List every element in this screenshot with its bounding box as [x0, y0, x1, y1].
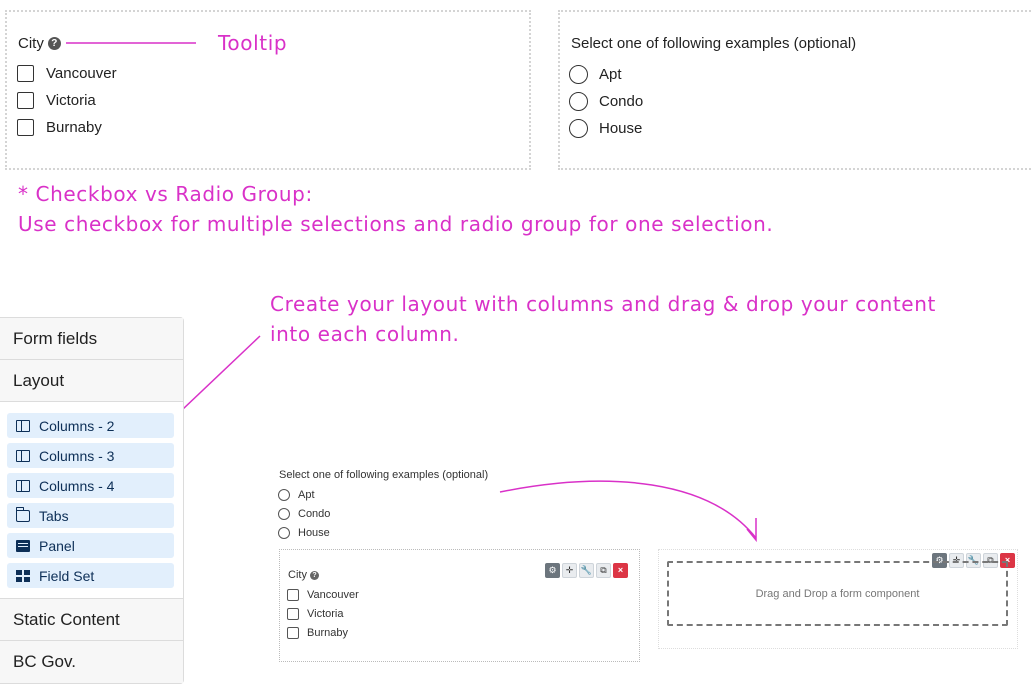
radio-icon[interactable] — [569, 119, 588, 138]
gear-icon[interactable]: ⚙ — [545, 563, 560, 578]
builder-checkbox-vancouver[interactable]: Vancouver — [287, 589, 359, 601]
sidebar-item-label: Field Set — [39, 567, 95, 584]
radio-group-example — [558, 10, 1032, 170]
radio-label: Apt — [599, 66, 622, 83]
builder-checkbox-burnaby[interactable]: Burnaby — [287, 627, 348, 639]
move-icon[interactable]: ✛ — [562, 563, 577, 578]
remove-icon[interactable]: × — [613, 563, 628, 578]
component-toolbar: ⚙ ✛ 🔧 ⧉ × — [545, 563, 628, 578]
sidebar-item-label: Columns - 3 — [39, 447, 115, 464]
layout-annotation-line1: Create your layout with columns and drag… — [270, 292, 936, 316]
checkbox-label: Burnaby — [46, 119, 102, 136]
radio-icon[interactable] — [278, 527, 290, 539]
radio-label: Condo — [298, 508, 331, 520]
checkbox-icon[interactable] — [17, 119, 34, 136]
builder-radio-condo[interactable]: Condo — [278, 508, 330, 520]
radio-house[interactable]: House — [569, 119, 642, 138]
builder-checkbox-victoria[interactable]: Victoria — [287, 608, 343, 620]
radio-condo[interactable]: Condo — [569, 92, 643, 111]
radio-label: House — [599, 120, 643, 137]
checkbox-vs-radio-description: Use checkbox for multiple selections and… — [18, 212, 774, 236]
sidebar-group-layout[interactable]: Layout — [0, 360, 183, 402]
radio-group-label: Select one of following examples (option… — [571, 35, 857, 52]
columns-icon — [16, 449, 30, 462]
sidebar-item-label: Panel — [39, 537, 75, 554]
drop-zone[interactable]: Drag and Drop a form component — [667, 561, 1008, 626]
city-label: City ? — [18, 35, 61, 52]
sidebar-item-columns-4[interactable]: Columns - 4 — [7, 473, 174, 498]
checkbox-icon[interactable] — [287, 589, 299, 601]
checkbox-label: Victoria — [46, 92, 96, 109]
builder-city-label-text: City — [288, 569, 307, 581]
drag-arrow-head — [746, 518, 757, 543]
th-large-icon — [16, 569, 30, 582]
sidebar-item-panel[interactable]: Panel — [7, 533, 174, 558]
radio-apt[interactable]: Apt — [569, 65, 622, 84]
checkbox-burnaby[interactable]: Burnaby — [17, 119, 102, 136]
builder-radio-house[interactable]: House — [278, 527, 330, 539]
checkbox-vancouver[interactable]: Vancouver — [17, 65, 117, 82]
city-label-text: City — [18, 35, 44, 52]
radio-icon[interactable] — [278, 489, 290, 501]
checkbox-icon[interactable] — [287, 608, 299, 620]
builder-radio-apt[interactable]: Apt — [278, 489, 315, 501]
radio-icon[interactable] — [278, 508, 290, 520]
sidebar-item-label: Columns - 2 — [39, 417, 115, 434]
checkbox-icon[interactable] — [287, 627, 299, 639]
checkbox-icon[interactable] — [17, 92, 34, 109]
builder-radio-label: Select one of following examples (option… — [279, 469, 489, 481]
sidebar-item-label: Columns - 4 — [39, 477, 115, 494]
checkbox-victoria[interactable]: Victoria — [17, 92, 96, 109]
sidebar-item-field-set[interactable]: Field Set — [7, 563, 174, 588]
sidebar-item-tabs[interactable]: Tabs — [7, 503, 174, 528]
columns-icon — [16, 419, 30, 432]
folder-icon — [15, 506, 30, 522]
checkbox-label: Burnaby — [307, 627, 348, 639]
drag-arrow — [499, 480, 757, 539]
sidebar-item-columns-2[interactable]: Columns - 2 — [7, 413, 174, 438]
checkbox-label: Vancouver — [46, 65, 117, 82]
tooltip-annotation: Tooltip — [218, 31, 288, 55]
sidebar-item-label: Tabs — [39, 507, 69, 524]
radio-icon[interactable] — [569, 92, 588, 111]
wrench-icon[interactable]: 🔧 — [579, 563, 594, 578]
sidebar-group-bc-gov[interactable]: BC Gov. — [0, 641, 183, 683]
layout-annotation-line2: into each column. — [270, 322, 460, 346]
radio-label: Condo — [599, 93, 644, 110]
question-circle-icon[interactable]: ? — [47, 37, 61, 50]
question-circle-icon[interactable]: ? — [309, 570, 319, 580]
radio-label: Apt — [298, 489, 315, 501]
list-alt-icon — [16, 539, 30, 552]
sidebar-item-columns-3[interactable]: Columns - 3 — [7, 443, 174, 468]
sidebar-group-form-fields[interactable]: Form fields — [0, 318, 183, 360]
sidebar-group-static-content[interactable]: Static Content — [0, 599, 183, 641]
radio-label: House — [298, 527, 330, 539]
builder-city-label: City ? — [288, 569, 319, 581]
checkbox-vs-radio-title: * Checkbox vs Radio Group: — [18, 182, 313, 206]
checkbox-label: Vancouver — [307, 589, 359, 601]
copy-icon[interactable]: ⧉ — [596, 563, 611, 578]
radio-icon[interactable] — [569, 65, 588, 84]
checkbox-icon[interactable] — [17, 65, 34, 82]
checkbox-label: Victoria — [307, 608, 344, 620]
sidebar-layout-items: Columns - 2 Columns - 3 Columns - 4 Tabs… — [0, 402, 183, 599]
component-sidebar: Form fields Layout Columns - 2 Columns -… — [0, 317, 184, 684]
columns-icon — [16, 479, 30, 492]
